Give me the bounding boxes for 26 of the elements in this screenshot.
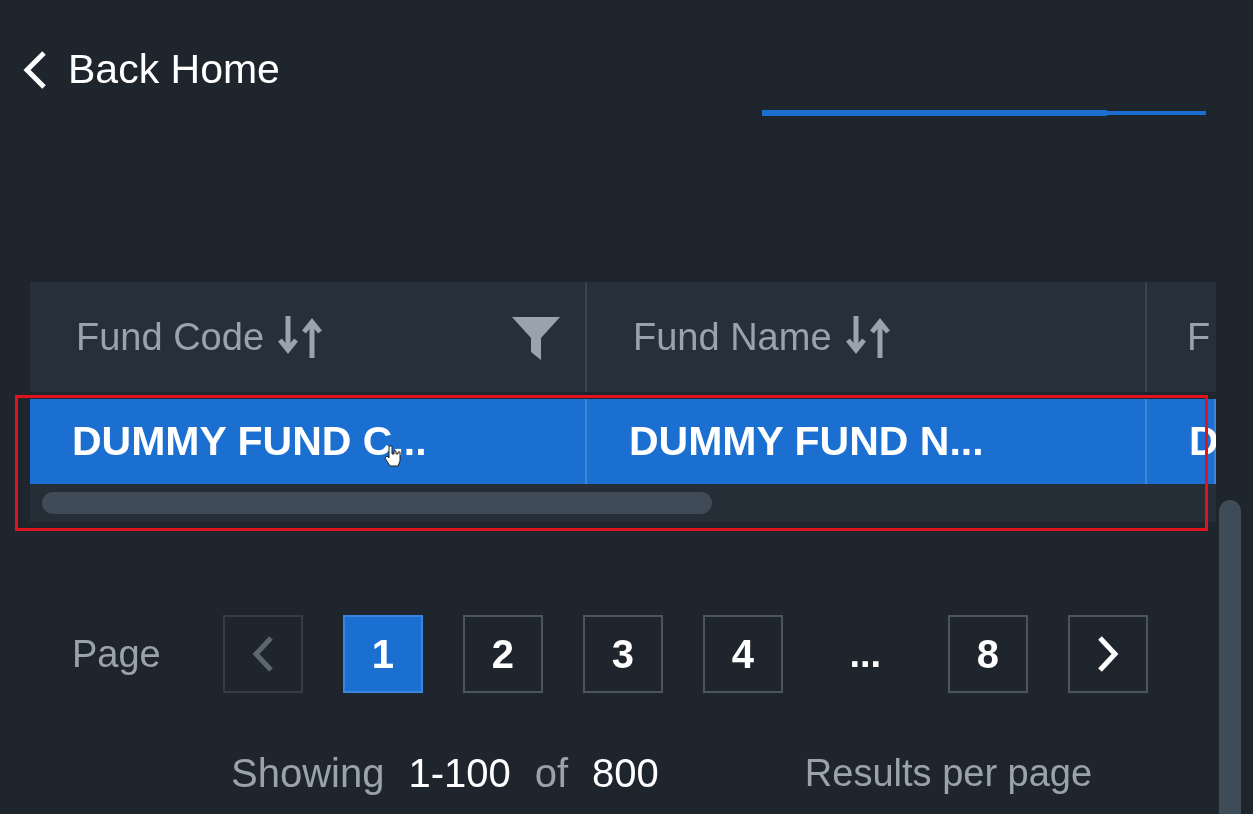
header-label: Fund Name xyxy=(633,314,832,360)
page-button[interactable]: 1 xyxy=(342,615,423,693)
page-ellipsis: ... xyxy=(848,631,883,677)
back-link[interactable]: Back Home xyxy=(22,39,280,101)
chevron-left-icon xyxy=(250,635,275,673)
page-label: Page xyxy=(72,631,161,677)
result-range: 1-100 xyxy=(408,750,511,797)
column-header[interactable]: F xyxy=(1147,282,1216,392)
results-per-page-label: Results per page xyxy=(804,750,1093,796)
column-header[interactable]: Fund Code xyxy=(30,282,587,392)
of-label: of xyxy=(534,750,569,797)
page-button[interactable]: 2 xyxy=(462,615,543,693)
showing-label: Showing xyxy=(231,750,385,797)
filter-icon xyxy=(511,316,561,363)
header-label: Fund Code xyxy=(76,314,264,360)
chevron-right-icon xyxy=(1095,635,1120,673)
page-button[interactable]: 8 xyxy=(947,615,1028,693)
result-total: 800 xyxy=(592,750,659,797)
column-header[interactable]: Fund Name xyxy=(587,282,1147,392)
chevron-left-icon xyxy=(22,50,48,90)
header-label: F xyxy=(1187,314,1211,360)
scrollbar-thumb[interactable] xyxy=(1219,500,1241,814)
page-button[interactable]: 3 xyxy=(582,615,663,693)
page-button[interactable]: 4 xyxy=(702,615,783,693)
next-page-button[interactable] xyxy=(1067,615,1148,693)
scrollbar-thumb[interactable] xyxy=(42,492,712,514)
